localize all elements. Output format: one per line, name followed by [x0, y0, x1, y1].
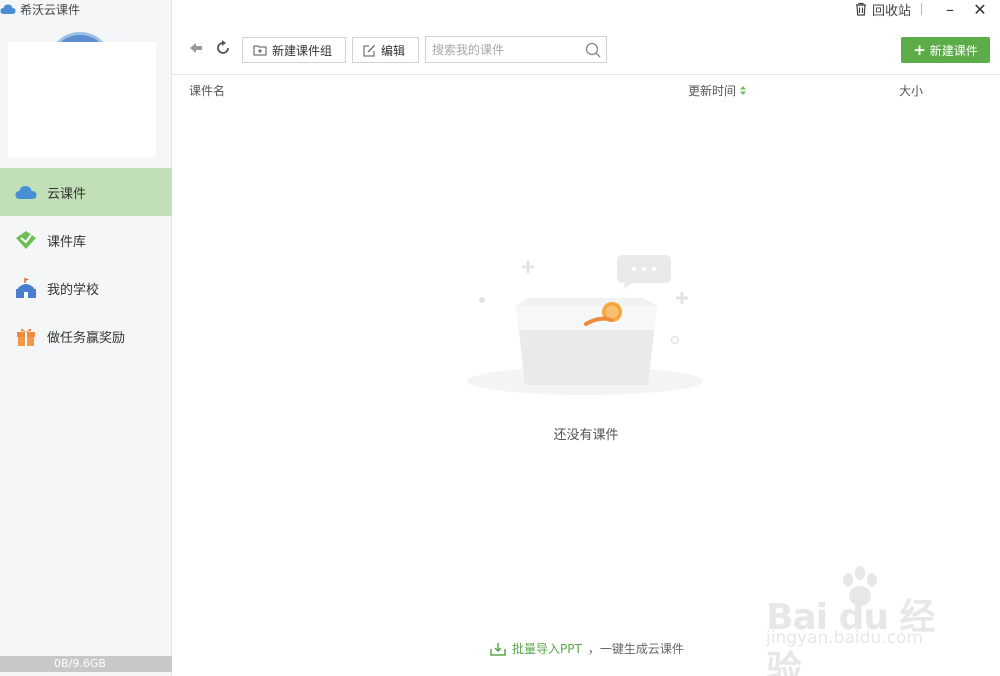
- storage-usage: 0B/9.6GB: [54, 657, 106, 670]
- sidebar-item-label: 课件库: [47, 234, 87, 250]
- back-arrow-icon[interactable]: [188, 40, 204, 56]
- new-course-group-label: 新建课件组: [272, 43, 333, 58]
- app-title-text: 希沃云课件: [20, 2, 81, 17]
- sidebar-item-label: 云课件: [47, 186, 87, 202]
- folder-plus-icon: [253, 45, 267, 56]
- minimize-button[interactable]: –: [940, 0, 960, 19]
- app-title: 希沃云课件: [0, 0, 80, 18]
- search-icon[interactable]: [584, 41, 602, 59]
- toolbar: 新建课件组 编辑 + 新建课件: [172, 34, 1000, 66]
- import-ppt-link[interactable]: 批量导入PPT: [512, 640, 582, 657]
- edit-button[interactable]: 编辑: [352, 37, 419, 63]
- new-course-label: 新建课件: [929, 43, 978, 58]
- user-profile-card[interactable]: [8, 42, 156, 157]
- new-course-group-button[interactable]: 新建课件组: [242, 37, 346, 63]
- app-logo-icon: [0, 4, 16, 14]
- column-header-update-time-label: 更新时间: [688, 84, 737, 98]
- import-icon: [490, 642, 506, 656]
- school-icon: [15, 277, 37, 299]
- sidebar-item-cloud-courseware[interactable]: 云课件: [0, 168, 172, 216]
- new-course-button[interactable]: + 新建课件: [901, 37, 990, 63]
- close-button[interactable]: ✕: [970, 0, 990, 19]
- empty-box-illustration: [467, 255, 703, 395]
- gift-icon: [15, 325, 37, 347]
- baidu-watermark: Bai du 经验 jingyan.baidu.com: [760, 566, 955, 676]
- empty-state-message: 还没有课件: [553, 428, 619, 443]
- cloud-icon: [15, 181, 37, 203]
- sidebar-item-my-school[interactable]: 我的学校: [0, 264, 172, 312]
- sidebar: 希沃云课件 云课件 课件库 我的学校 做任务赢奖励 0B/9.6GB: [0, 0, 172, 676]
- minimize-icon: –: [946, 0, 954, 19]
- column-header-update-time[interactable]: 更新时间: [688, 82, 747, 99]
- import-ppt-suffix: ，一键生成云课件: [587, 642, 684, 656]
- sidebar-item-label: 做任务赢奖励: [47, 330, 126, 346]
- trash-icon: [855, 2, 866, 16]
- search-box: [425, 36, 607, 63]
- recycle-bin-button[interactable]: 回收站: [854, 0, 911, 19]
- watermark-site: jingyan.baidu.com: [766, 628, 923, 648]
- import-ppt-hint: 批量导入PPT ，一键生成云课件: [490, 640, 684, 657]
- library-icon: [15, 229, 37, 251]
- column-header-size[interactable]: 大小: [899, 82, 923, 99]
- sidebar-item-library[interactable]: 课件库: [0, 216, 172, 264]
- sidebar-item-tasks-rewards[interactable]: 做任务赢奖励: [0, 312, 172, 360]
- close-icon: ✕: [973, 0, 987, 19]
- edit-label: 编辑: [381, 43, 406, 58]
- sort-icon: [740, 86, 747, 95]
- column-header-name[interactable]: 课件名: [189, 82, 225, 99]
- sidebar-item-label: 我的学校: [47, 282, 100, 298]
- edit-icon: [363, 44, 375, 56]
- refresh-icon[interactable]: [214, 39, 232, 57]
- sidebar-nav: 云课件 课件库 我的学校 做任务赢奖励: [0, 168, 172, 360]
- recycle-bin-label: 回收站: [871, 3, 911, 19]
- plus-icon: +: [913, 41, 926, 59]
- search-input[interactable]: [426, 37, 576, 62]
- header-divider: [172, 74, 1000, 75]
- divider: [921, 3, 922, 15]
- window-controls: 回收站 – ✕: [854, 0, 1000, 19]
